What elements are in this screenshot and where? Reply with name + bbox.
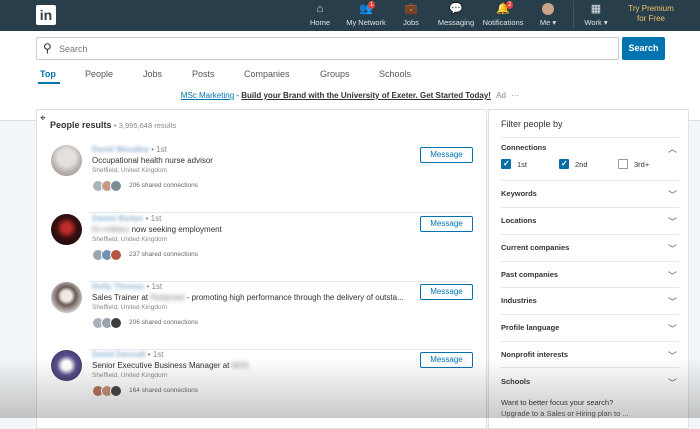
nav-divider [573,2,574,29]
connection-degree: • 1st [146,282,163,291]
profile-photo[interactable] [51,214,82,245]
results-header: People results • 3,995,648 results [50,120,177,130]
shared-avatar [110,180,122,192]
filter-connections[interactable]: Connections ︿ 1st 2nd 3rd+ [501,137,679,182]
filter-schools[interactable]: Schools ﹀ [501,367,679,394]
home-icon: ⌂ [316,3,324,15]
profile-photo[interactable] [51,145,82,176]
nav-messaging[interactable]: 💬 Messaging [437,3,475,30]
result-card: David Woodley • 1st Occupational health n… [37,145,486,213]
tab-companies[interactable]: Companies [244,69,290,79]
filter-keywords[interactable]: Keywords ﹀ [501,180,679,206]
chevron-down-icon: ﹀ [667,378,677,388]
shared-avatar [110,249,122,261]
nav-work[interactable]: ▦ Work ▾ [582,3,610,30]
tab-top[interactable]: Top [40,69,56,79]
nav-me[interactable]: Me ▾ [537,3,559,30]
bell-icon: 🔔 2 [496,1,514,15]
person-location: Sheffield, United Kingdom [92,372,168,379]
tab-people[interactable]: People [85,69,113,79]
filter-industries[interactable]: Industries ﹀ [501,287,679,313]
filter-title: Filter people by [501,119,563,129]
chevron-down-icon: ﹀ [667,271,677,281]
filter-current-companies[interactable]: Current companies ﹀ [501,234,679,260]
nav-notifications[interactable]: 🔔 2 Notifications [482,1,524,30]
message-button[interactable]: Message [420,147,473,163]
connection-degree: • 1st [151,145,167,154]
search-area: ⚲ Search Top People Jobs Posts Companies… [0,31,700,121]
chevron-down-icon: ﹀ [667,190,677,200]
filter-locations[interactable]: Locations ﹀ [501,207,679,233]
person-location: Sheffield, United Kingdom [92,167,168,174]
person-name[interactable]: Daniel Barker [92,214,144,223]
grid-icon: ▦ [590,3,602,15]
linkedin-logo[interactable]: in [36,5,56,25]
nav-jobs[interactable]: 💼 Jobs [398,3,424,30]
chevron-down-icon: ﹀ [667,324,677,334]
people-results-panel: People results • 3,995,648 results David… [36,109,487,429]
search-box: ⚲ [36,37,619,60]
filter-past-companies[interactable]: Past companies ﹀ [501,261,679,287]
active-tab-indicator [38,82,60,84]
person-location: Sheffield, United Kingdom [92,236,168,243]
avatar-icon [542,3,554,16]
ad-tag: Ad [496,91,506,100]
result-card: David Dannatt • 1st Senior Executive Busi… [37,350,486,418]
tab-groups[interactable]: Groups [320,69,350,79]
chevron-down-icon: ﹀ [667,351,677,361]
network-badge: 1 [368,1,376,9]
profile-photo[interactable] [51,282,82,313]
upsell-text: Want to better focus your search? Upgrad… [501,397,686,419]
ad-link-exeter[interactable]: Build your Brand with the University of … [241,91,491,100]
filter-profile-language[interactable]: Profile language ﹀ [501,314,679,340]
more-options-icon[interactable]: ··· [511,91,519,100]
chevron-down-icon: ﹀ [667,244,677,254]
chevron-up-icon[interactable]: ︿ [668,142,677,155]
search-button[interactable]: Search [622,37,665,60]
checkbox-3rd-plus[interactable] [618,159,628,169]
message-button[interactable]: Message [420,216,473,232]
result-card: Holly Thomas • 1st Sales Trainer at Redac… [37,282,486,350]
person-headline: Occupational health nurse advisor [92,156,213,165]
filter-nonprofit-interests[interactable]: Nonprofit interests ﹀ [501,341,679,367]
person-location: Sheffield, United Kingdom [92,304,168,311]
person-headline: Senior Executive Business Manager at NHS [92,361,249,370]
person-name[interactable]: David Dannatt [92,350,146,359]
person-headline: Ex-military now seeking employment [92,225,222,234]
try-premium-link[interactable]: Try Premium for Free [620,4,682,24]
network-icon: 👥 1 [359,1,376,15]
person-name[interactable]: David Woodley [92,145,149,154]
ad-link-msc[interactable]: MSc Marketing [181,91,234,100]
filter-panel: Filter people by Connections ︿ 1st 2nd 3… [488,109,689,429]
shared-avatar [110,385,122,397]
person-headline: Sales Trainer at Redacted - promoting hi… [92,293,404,302]
message-button[interactable]: Message [420,284,473,300]
person-name[interactable]: Holly Thomas [92,282,144,291]
tab-posts[interactable]: Posts [192,69,215,79]
checkbox-1st[interactable] [501,159,511,169]
message-button[interactable]: Message [420,352,473,368]
tab-jobs[interactable]: Jobs [143,69,162,79]
upsell-link[interactable]: Upgrade to a Sales or Hiring plan to ... [501,408,686,419]
mouse-cursor-icon: ⌖ [40,113,46,124]
connection-degree: • 1st [145,214,162,223]
search-input[interactable] [59,41,599,57]
checkbox-2nd[interactable] [559,159,569,169]
connection-degree: • 1st [147,350,164,359]
sponsored-ad: MSc Marketing - Build your Brand with th… [180,91,520,100]
search-icon: ⚲ [43,41,52,55]
shared-avatar [110,317,122,329]
result-card: Daniel Barker • 1st Ex-military now seeki… [37,214,486,282]
nav-my-network[interactable]: 👥 1 My Network [345,1,387,30]
tab-schools[interactable]: Schools [379,69,411,79]
nav-home[interactable]: ⌂ Home [306,3,334,30]
profile-photo[interactable] [51,350,82,381]
briefcase-icon: 💼 [404,3,418,15]
notifications-badge: 2 [506,1,514,9]
messaging-icon: 💬 [449,3,463,15]
chevron-down-icon: ﹀ [667,217,677,227]
top-navigation: in ⌂ Home 👥 1 My Network 💼 Jobs 💬 Messag… [0,0,700,31]
chevron-down-icon: ﹀ [667,297,677,307]
divider [89,212,472,213]
